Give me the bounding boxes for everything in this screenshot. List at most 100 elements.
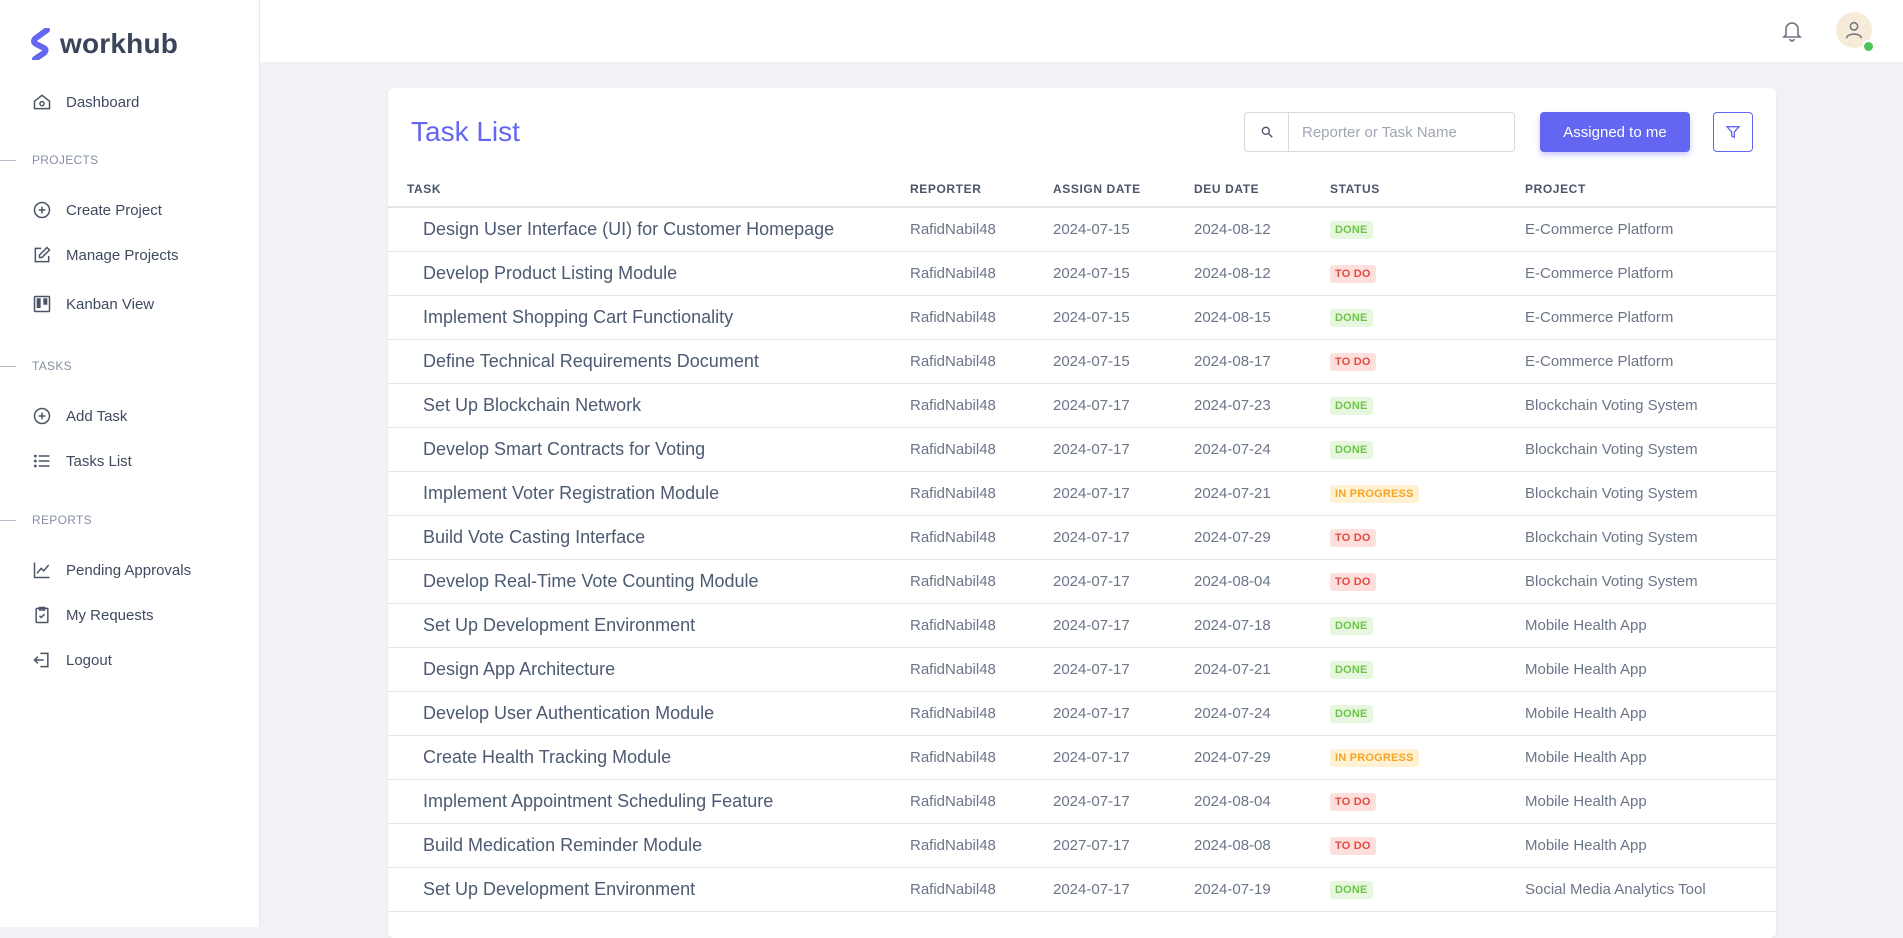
project-name: E-Commerce Platform — [1525, 295, 1776, 340]
due-date: 2024-08-12 — [1194, 207, 1330, 252]
project-name: Blockchain Voting System — [1525, 427, 1776, 472]
table-row[interactable]: Set Up Blockchain Network RafidNabil48 202… — [388, 383, 1776, 428]
status-cell: TO DO — [1330, 515, 1525, 560]
status-badge: DONE — [1330, 661, 1373, 679]
project-name: Mobile Health App — [1525, 691, 1776, 736]
due-date: 2024-08-04 — [1194, 779, 1330, 824]
column-header-task[interactable]: TASK — [388, 182, 910, 208]
task-name: Define Technical Requirements Document — [388, 339, 910, 384]
reporter: RafidNabil48 — [910, 559, 1053, 604]
task-name: Implement Shopping Cart Functionality — [388, 295, 910, 340]
status-cell: DONE — [1330, 383, 1525, 428]
column-header-reporter[interactable]: REPORTER — [910, 182, 1053, 208]
chart-icon — [33, 562, 50, 579]
sidebar-item-manage-projects[interactable]: Manage Projects — [32, 245, 179, 265]
reporter: RafidNabil48 — [910, 383, 1053, 428]
status-cell: DONE — [1330, 207, 1525, 252]
table-row[interactable]: Design App Architecture RafidNabil48 2024-… — [388, 647, 1776, 692]
table-row[interactable]: Develop Real-Time Vote Counting Module Ra… — [388, 559, 1776, 604]
assign-date: 2024-07-17 — [1053, 867, 1194, 912]
project-name: Blockchain Voting System — [1525, 471, 1776, 516]
assign-date: 2024-07-17 — [1053, 603, 1194, 648]
sidebar-item-add-task[interactable]: Add Task — [32, 406, 127, 426]
task-name: Build Medication Reminder Module — [388, 823, 910, 868]
table-row[interactable]: Build Vote Casting Interface RafidNabil48… — [388, 515, 1776, 560]
sidebar-item-label: Kanban View — [66, 295, 155, 313]
table-row[interactable]: Implement Appointment Scheduling Feature… — [388, 779, 1776, 824]
status-cell: TO DO — [1330, 823, 1525, 868]
assigned-to-me-button[interactable]: Assigned to me — [1540, 112, 1690, 152]
column-header-due-date[interactable]: DEU DATE — [1194, 182, 1330, 208]
status-badge: DONE — [1330, 617, 1373, 635]
sidebar: workhub Dashboard PROJECTS Create Projec… — [0, 0, 260, 927]
reporter: RafidNabil48 — [910, 515, 1053, 560]
filter-button[interactable] — [1713, 112, 1753, 152]
sidebar-item-pending-approvals[interactable]: Pending Approvals — [32, 560, 191, 580]
plus-circle-icon — [33, 407, 51, 425]
project-name: Blockchain Voting System — [1525, 383, 1776, 428]
project-name: E-Commerce Platform — [1525, 339, 1776, 384]
due-date: 2024-08-17 — [1194, 339, 1330, 384]
assign-date: 2024-07-15 — [1053, 251, 1194, 296]
table-row[interactable]: Build Medication Reminder Module RafidNab… — [388, 823, 1776, 868]
section-reports: REPORTS — [0, 513, 92, 527]
project-name: Blockchain Voting System — [1525, 515, 1776, 560]
section-label: REPORTS — [32, 513, 92, 527]
reporter: RafidNabil48 — [910, 603, 1053, 648]
reporter: RafidNabil48 — [910, 207, 1053, 252]
reporter: RafidNabil48 — [910, 867, 1053, 912]
status-cell: TO DO — [1330, 339, 1525, 384]
task-name: Design App Architecture — [388, 647, 910, 692]
bell-icon[interactable] — [1780, 18, 1804, 42]
sidebar-item-create-project[interactable]: Create Project — [32, 200, 162, 220]
table-row[interactable]: Set Up Development Environment RafidNabil… — [388, 867, 1776, 912]
due-date: 2024-08-04 — [1194, 559, 1330, 604]
table-row[interactable]: Set Up Development Environment RafidNabil… — [388, 603, 1776, 648]
search-icon — [1261, 126, 1273, 138]
sidebar-item-tasks-list[interactable]: Tasks List — [32, 451, 132, 471]
table-header-row: TASK REPORTER ASSIGN DATE DEU DATE STATU… — [388, 182, 1776, 208]
assign-date: 2024-07-15 — [1053, 339, 1194, 384]
status-cell: IN PROGRESS — [1330, 735, 1525, 780]
status-badge: TO DO — [1330, 353, 1376, 371]
reporter: RafidNabil48 — [910, 735, 1053, 780]
sidebar-item-my-requests[interactable]: My Requests — [32, 605, 154, 625]
table-row[interactable]: Develop Product Listing Module RafidNabil… — [388, 251, 1776, 296]
status-cell: IN PROGRESS — [1330, 471, 1525, 516]
sidebar-item-dashboard[interactable]: Dashboard — [32, 92, 139, 112]
sidebar-item-label: Add Task — [66, 407, 128, 425]
sidebar-item-kanban[interactable]: Kanban View — [32, 294, 154, 314]
project-name: Mobile Health App — [1525, 823, 1776, 868]
column-header-status[interactable]: STATUS — [1330, 182, 1525, 208]
due-date: 2024-07-21 — [1194, 471, 1330, 516]
search-box — [1244, 112, 1515, 152]
due-date: 2024-07-21 — [1194, 647, 1330, 692]
table-row[interactable]: Design User Interface (UI) for Customer … — [388, 207, 1776, 252]
assign-date: 2024-07-17 — [1053, 779, 1194, 824]
due-date: 2024-08-15 — [1194, 295, 1330, 340]
due-date: 2024-07-24 — [1194, 691, 1330, 736]
sidebar-item-logout[interactable]: Logout — [32, 650, 112, 670]
column-header-assign-date[interactable]: ASSIGN DATE — [1053, 182, 1194, 208]
table-row[interactable]: Develop Smart Contracts for Voting RafidN… — [388, 427, 1776, 472]
table-row[interactable]: Implement Voter Registration Module Rafid… — [388, 471, 1776, 516]
task-name: Set Up Blockchain Network — [388, 383, 910, 428]
task-name: Implement Voter Registration Module — [388, 471, 910, 516]
table-row[interactable]: Develop User Authentication Module RafidN… — [388, 691, 1776, 736]
task-name: Develop Real-Time Vote Counting Module — [388, 559, 910, 604]
reporter: RafidNabil48 — [910, 823, 1053, 868]
task-name: Build Vote Casting Interface — [388, 515, 910, 560]
table-row[interactable]: Create Health Tracking Module RafidNabil4… — [388, 735, 1776, 780]
due-date: 2024-08-08 — [1194, 823, 1330, 868]
search-input[interactable] — [1289, 113, 1514, 151]
brand-logo[interactable]: workhub — [30, 28, 178, 60]
table-row[interactable]: Define Technical Requirements Document Ra… — [388, 339, 1776, 384]
table-row[interactable]: Implement Shopping Cart Functionality Raf… — [388, 295, 1776, 340]
project-name: E-Commerce Platform — [1525, 207, 1776, 252]
section-label: TASKS — [32, 359, 72, 373]
search-button[interactable] — [1245, 113, 1289, 151]
due-date: 2024-07-18 — [1194, 603, 1330, 648]
edit-icon — [34, 246, 51, 263]
task-name: Develop Product Listing Module — [388, 251, 910, 296]
column-header-project[interactable]: PROJECT — [1525, 182, 1776, 208]
